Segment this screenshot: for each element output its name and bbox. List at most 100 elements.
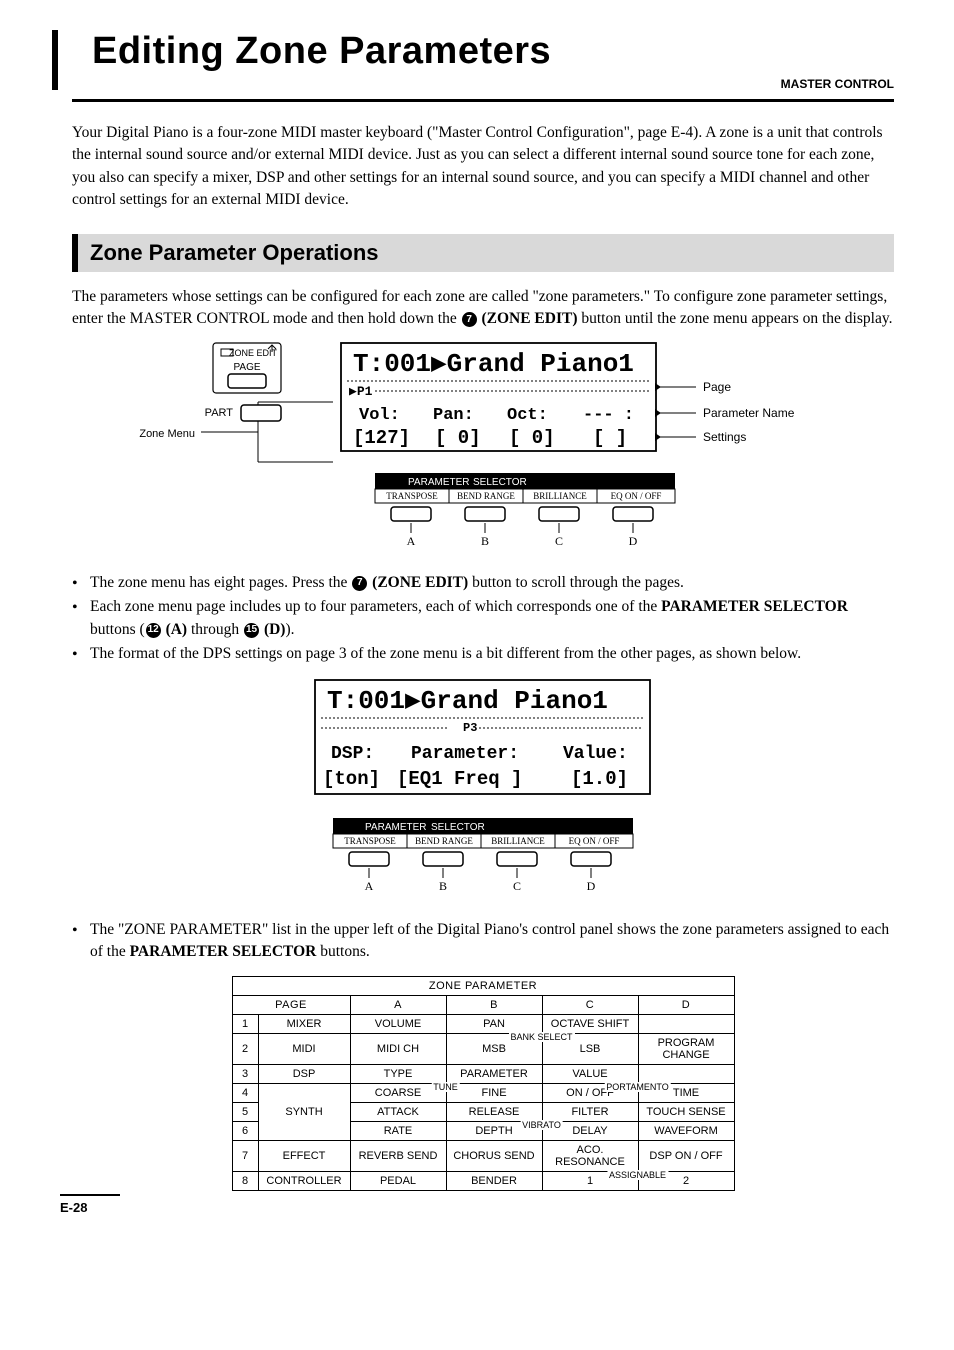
page-indicator: ▶P1: [349, 384, 373, 399]
circled-15-icon: 15: [244, 623, 259, 638]
cell: TYPE: [350, 1064, 446, 1083]
zp-col-a: A: [350, 995, 446, 1014]
param-sel2-l: PARAMETER: [365, 822, 427, 833]
lcd2-top: T:001▶Grand Piano1: [327, 686, 608, 716]
bullet-list-2: The "ZONE PARAMETER" list in the upper l…: [72, 919, 894, 964]
btn-brill: BRILLIANCE: [533, 491, 587, 501]
lcd-v127: [127]: [353, 427, 410, 449]
lcd-vol: Vol:: [359, 406, 400, 425]
circled-7-icon: 7: [352, 576, 367, 591]
btn2-transpose: TRANSPOSE: [344, 836, 396, 846]
cell: ACO. RESONANCE: [542, 1140, 638, 1171]
text-fragment: ).: [285, 621, 294, 638]
cell: REVERB SEND: [350, 1140, 446, 1171]
lcd2-param: Parameter:: [411, 744, 519, 764]
label-d: D: [629, 534, 638, 548]
lcd-dashes: --- :: [583, 406, 634, 425]
intro-paragraph: Your Digital Piano is a four-zone MIDI m…: [72, 122, 894, 212]
btn-eq: EQ ON / OFF: [611, 491, 662, 501]
zp-title: ZONE PARAMETER: [232, 976, 734, 995]
cell: PEDAL: [350, 1171, 446, 1190]
lcd2-page: P3: [463, 721, 477, 735]
row-name: CONTROLLER: [258, 1171, 350, 1190]
table-row: 4SYNTHCOARSETUNEFINEON / OFFPORTAMENTOTI…: [232, 1083, 734, 1102]
btn-bend: BEND RANGE: [457, 491, 515, 501]
figure-1: ZONE EDIT PAGE T:001▶Grand Piano1 ▶P1 Vo…: [72, 341, 894, 556]
btn2-brill: BRILLIANCE: [491, 836, 545, 846]
zone-menu-label: Zone Menu: [139, 428, 195, 440]
text-fragment: buttons (: [90, 621, 145, 638]
text-fragment: button until the zone menu appears on th…: [578, 310, 893, 327]
circled-7-icon: 7: [462, 312, 477, 327]
lcd2-r3c: [1.0]: [571, 768, 628, 790]
row-name: MIDI: [258, 1033, 350, 1064]
param-selector-strong: PARAMETER SELECTOR: [661, 598, 848, 615]
figure-2: T:001▶Grand Piano1 P3 DSP: Parameter: Va…: [72, 678, 894, 903]
page-footer: E-28: [60, 1194, 120, 1215]
text-fragment: through: [187, 621, 243, 638]
label2-b: B: [439, 879, 447, 893]
lcd2-r3a: [ton]: [323, 768, 380, 790]
zp-col-d: D: [638, 995, 734, 1014]
section-heading-bar: Zone Parameter Operations: [72, 234, 894, 272]
btn2-eq: EQ ON / OFF: [569, 836, 620, 846]
cell: TIME: [638, 1083, 734, 1102]
cell: RELEASE: [446, 1102, 542, 1121]
lcd-blank: [ ]: [593, 427, 627, 449]
zone-edit-strong: (ZONE EDIT): [368, 574, 468, 591]
cell: RATE: [350, 1121, 446, 1140]
lcd2-dsp: DSP:: [331, 744, 374, 764]
row-name: MIXER: [258, 1014, 350, 1033]
row-num: 1: [232, 1014, 258, 1033]
cell: PROGRAM CHANGE: [638, 1033, 734, 1064]
bullet-list-1: The zone menu has eight pages. Press the…: [72, 572, 894, 666]
cell: BENDER: [446, 1171, 542, 1190]
header-side-rule: [52, 30, 58, 90]
section-heading: Zone Parameter Operations: [90, 240, 882, 266]
lcd2-r3b: [EQ1 Freq ]: [397, 768, 522, 790]
text-fragment: Each zone menu page includes up to four …: [90, 598, 661, 615]
lcd2-val: Value:: [563, 744, 628, 764]
btn-transpose: TRANSPOSE: [386, 491, 438, 501]
cell: FILTER: [542, 1102, 638, 1121]
cell: DELAY: [542, 1121, 638, 1140]
table-row: 8CONTROLLERPEDALBENDER1ASSIGNABLE2: [232, 1171, 734, 1190]
label2-a: A: [365, 879, 374, 893]
callout-settings: Settings: [703, 430, 746, 444]
master-control-label: MASTER CONTROL: [72, 77, 894, 91]
lcd-v0b: [ 0]: [509, 427, 555, 449]
bullet-3: The format of the DPS settings on page 3…: [72, 643, 894, 665]
page-title: Editing Zone Parameters: [92, 30, 894, 73]
zp-col-c: C: [542, 995, 638, 1014]
cell: TOUCH SENSE: [638, 1102, 734, 1121]
bullet-1: The zone menu has eight pages. Press the…: [72, 572, 894, 594]
label2-d: D: [587, 879, 596, 893]
table-row: 7EFFECTREVERB SENDCHORUS SENDACO. RESONA…: [232, 1140, 734, 1171]
cell: FINE: [446, 1083, 542, 1102]
cell: LSB: [542, 1033, 638, 1064]
label-b: B: [481, 534, 489, 548]
lcd-pan: Pan:: [433, 406, 474, 425]
cell: WAVEFORM: [638, 1121, 734, 1140]
row-name: DSP: [258, 1064, 350, 1083]
table-row: 2MIDIMIDI CHMSBBANK SELECTLSBPROGRAM CHA…: [232, 1033, 734, 1064]
zone-parameter-table: ZONE PARAMETER PAGE A B C D 1MIXERVOLUME…: [232, 976, 735, 1191]
cell: CHORUS SEND: [446, 1140, 542, 1171]
label-c: C: [555, 534, 563, 548]
lcd-v0a: [ 0]: [435, 427, 481, 449]
cell: DSP ON / OFF: [638, 1140, 734, 1171]
zone-edit-label: ZONE EDIT: [229, 348, 278, 358]
cell: ATTACK: [350, 1102, 446, 1121]
zone-edit-page: PAGE: [233, 362, 260, 373]
lcd-top: T:001▶Grand Piano1: [353, 349, 634, 379]
cell: 1ASSIGNABLE: [542, 1171, 638, 1190]
cell: PARAMETER: [446, 1064, 542, 1083]
cell: [638, 1014, 734, 1033]
btn2-bend: BEND RANGE: [415, 836, 473, 846]
page-header: Editing Zone Parameters MASTER CONTROL: [72, 30, 894, 102]
row-num: 5: [232, 1102, 258, 1121]
text-fragment: The zone menu has eight pages. Press the: [90, 574, 351, 591]
row-name: SYNTH: [258, 1083, 350, 1140]
table-row: 1MIXERVOLUMEPANOCTAVE SHIFT: [232, 1014, 734, 1033]
cell: PAN: [446, 1014, 542, 1033]
